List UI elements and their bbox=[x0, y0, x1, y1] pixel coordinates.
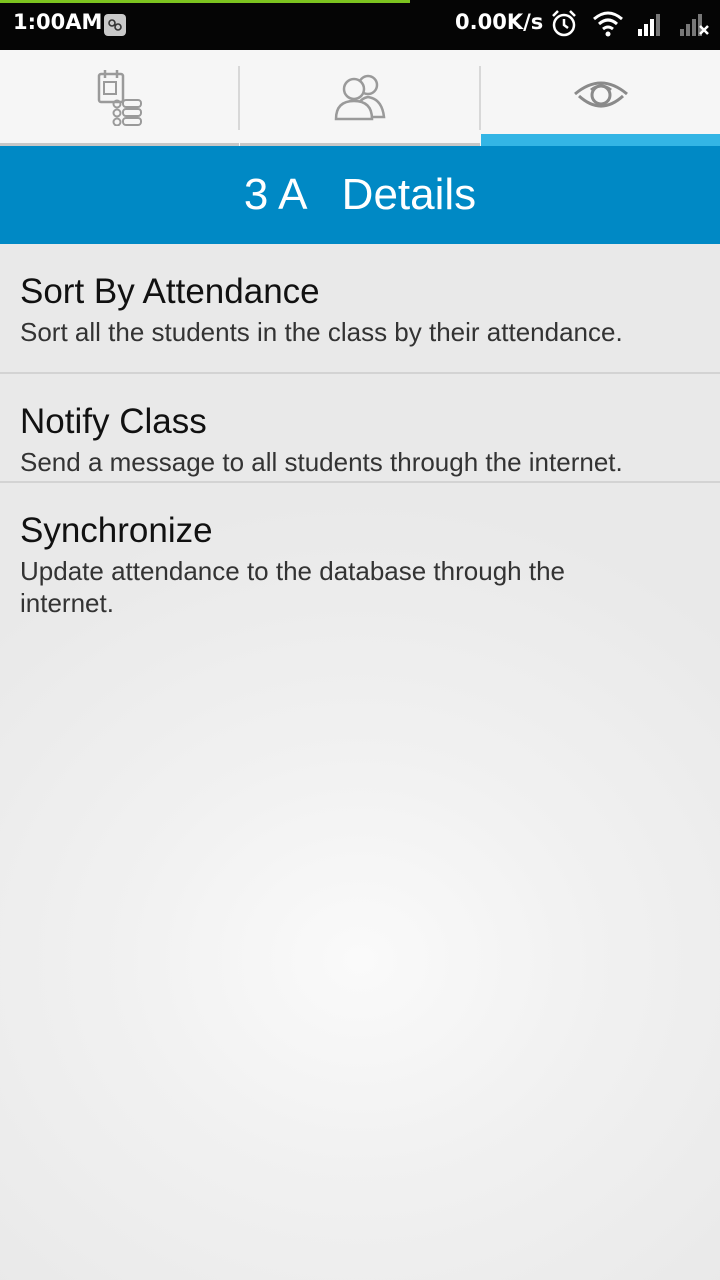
sort-by-attendance-option[interactable]: Sort By Attendance Sort all the students… bbox=[0, 244, 720, 374]
notify-class-option[interactable]: Notify Class Send a message to all stude… bbox=[0, 374, 720, 483]
option-title: Notify Class bbox=[20, 402, 207, 441]
status-bar: 1:00AM 0.00K/s bbox=[0, 0, 720, 50]
people-group-icon bbox=[332, 71, 388, 125]
option-description: Send a message to all students through t… bbox=[20, 447, 623, 477]
option-description: Update attendance to the database throug… bbox=[20, 556, 565, 618]
notebook-list-icon bbox=[95, 66, 145, 130]
app-notification-icon bbox=[104, 14, 126, 36]
option-title: Sort By Attendance bbox=[20, 272, 320, 311]
status-time: 1:00AM bbox=[13, 10, 103, 34]
tab-details[interactable] bbox=[481, 50, 720, 146]
download-progress-line bbox=[0, 0, 410, 3]
wifi-icon bbox=[592, 9, 624, 43]
eye-icon bbox=[573, 78, 629, 118]
page-title: 3 A Details bbox=[243, 170, 477, 219]
option-title: Synchronize bbox=[20, 511, 213, 550]
synchronize-option[interactable]: Synchronize Update attendance to the dat… bbox=[0, 483, 720, 633]
alarm-clock-icon bbox=[550, 9, 578, 43]
tab-class-list[interactable] bbox=[0, 50, 239, 146]
network-speed: 0.00K/s bbox=[455, 10, 544, 34]
tab-bar bbox=[0, 50, 720, 146]
active-tab-indicator bbox=[481, 134, 720, 146]
signal-no-service-icon bbox=[678, 9, 710, 43]
signal-icon bbox=[636, 9, 666, 43]
options-list: Sort By Attendance Sort all the students… bbox=[0, 244, 720, 633]
tab-students[interactable] bbox=[240, 50, 480, 146]
option-description: Sort all the students in the class by th… bbox=[20, 317, 623, 347]
page-header: 3 A Details bbox=[0, 146, 720, 244]
